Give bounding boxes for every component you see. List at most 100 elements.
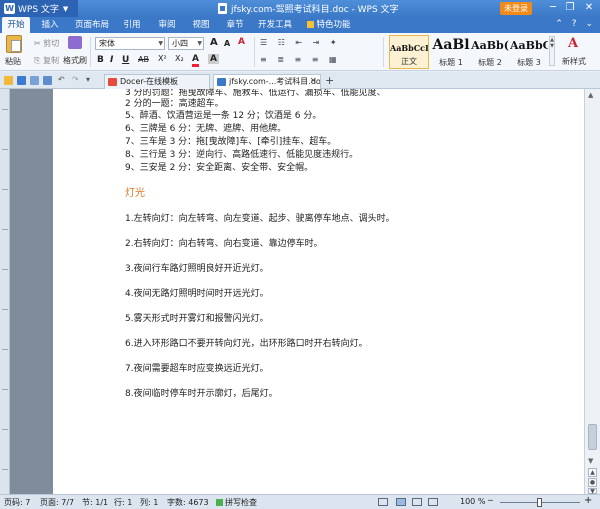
- scroll-down-icon[interactable]: ▼: [588, 457, 593, 465]
- format-painter-icon[interactable]: [68, 36, 82, 49]
- ruler-tick: [2, 109, 8, 110]
- browse-object-icon[interactable]: ●: [588, 478, 597, 487]
- status-section[interactable]: 节: 1/1: [82, 497, 108, 508]
- tab-section[interactable]: 章节: [222, 17, 248, 33]
- status-bar: 页码: 7 页面: 7/7 节: 1/1 行: 1 列: 1 字数: 4673 …: [0, 494, 600, 509]
- status-pages[interactable]: 页面: 7/7: [40, 497, 74, 508]
- format-painter-button[interactable]: 格式刷: [63, 55, 87, 66]
- tab-insert[interactable]: 插入: [38, 17, 62, 33]
- zoom-slider-thumb[interactable]: [537, 498, 542, 507]
- paste-button[interactable]: 粘贴: [5, 56, 21, 67]
- wps-logo-icon: W: [4, 3, 15, 14]
- style-heading-1[interactable]: AaBl 标题 1: [432, 35, 470, 69]
- zoom-level[interactable]: 100 %: [460, 497, 485, 506]
- doc-line: 8、三行是 3 分：逆向行、高路低速行、低能见度违规行。: [125, 150, 359, 160]
- tab-references[interactable]: 引用: [120, 17, 144, 33]
- undo-icon[interactable]: ↶: [58, 75, 65, 84]
- print-preview-icon[interactable]: [30, 76, 39, 85]
- tab-view[interactable]: 视图: [188, 17, 214, 33]
- ruler-tick: [2, 269, 8, 270]
- outline-view-icon[interactable]: [412, 498, 422, 506]
- copy-button[interactable]: ⎘ 复制: [34, 55, 59, 66]
- help-icons[interactable]: ⌃ ? ⌄: [555, 19, 596, 29]
- status-column[interactable]: 列: 1: [140, 497, 158, 508]
- char-shading-button[interactable]: A: [208, 54, 219, 64]
- status-word-count[interactable]: 字数: 4673: [167, 497, 209, 508]
- spell-check-button[interactable]: 拼写检查: [216, 497, 257, 508]
- list-item: 3.夜间行车路灯照明良好开近光灯。: [125, 264, 269, 274]
- new-style-button[interactable]: 新样式: [562, 56, 586, 67]
- font-name-select[interactable]: 宋体 ▼: [95, 37, 165, 50]
- tab-features[interactable]: 特色功能: [305, 17, 353, 33]
- previous-page-icon[interactable]: ▲: [588, 468, 597, 477]
- cut-label: 剪切: [43, 39, 60, 48]
- new-style-icon[interactable]: A: [568, 36, 578, 51]
- docer-tab-icon: [108, 78, 117, 86]
- doc-line: 6、三牌是 6 分：无牌、遮牌、用他牌。: [125, 124, 287, 134]
- style-normal[interactable]: AaBbCcDd 正文: [389, 35, 429, 69]
- minimize-button[interactable]: ─: [546, 0, 560, 17]
- zoom-in-button[interactable]: +: [584, 495, 592, 506]
- more-commands-icon[interactable]: ▾: [86, 75, 90, 84]
- chevron-down-icon: ▼: [62, 4, 69, 13]
- font-grow-button[interactable]: A: [210, 37, 218, 48]
- close-tab-icon[interactable]: ×: [309, 75, 317, 88]
- reading-view-icon[interactable]: [378, 498, 388, 506]
- scroll-up-icon[interactable]: ▲: [588, 91, 593, 99]
- vertical-scrollbar[interactable]: ▲ ▼ ▲ ● ▼: [584, 89, 600, 495]
- strikethrough-button[interactable]: AB: [138, 55, 149, 64]
- font-shrink-button[interactable]: A: [224, 39, 230, 48]
- new-tab-button[interactable]: +: [325, 74, 334, 87]
- subscript-button[interactable]: X₂: [175, 54, 184, 63]
- style-heading-3[interactable]: AaBbC 标题 3: [510, 35, 548, 69]
- window-title: jfsky.com-驾照考试科目.doc - WPS 文字: [218, 2, 399, 15]
- cut-button[interactable]: ✂ 剪切: [34, 38, 59, 49]
- document-icon: [218, 3, 227, 14]
- tab-page-layout[interactable]: 页面布局: [72, 17, 112, 33]
- divider: [383, 37, 384, 67]
- doc-tab-current[interactable]: jfsky.com-...考试科目.doc ×: [213, 74, 321, 89]
- styles-scroll-buttons[interactable]: ▲ ▼: [549, 36, 555, 66]
- style-heading-2[interactable]: AaBb( 标题 2: [471, 35, 509, 69]
- font-size-value: 小四: [172, 39, 188, 48]
- ruler-tick: [2, 429, 8, 430]
- chevron-down-icon: ▼: [197, 40, 202, 47]
- paragraph-list-buttons[interactable]: ☰ ☷ ⇤ ⇥ ✦: [260, 38, 341, 47]
- scrollbar-thumb[interactable]: [588, 424, 597, 450]
- clear-format-button[interactable]: A: [238, 37, 245, 47]
- font-color-button[interactable]: A: [192, 54, 199, 67]
- web-view-icon[interactable]: [428, 498, 438, 506]
- superscript-button[interactable]: X²: [158, 54, 167, 63]
- document-page[interactable]: 3 分的罚题：拖曳故障车、施救车、低运行、漏损车、低能见度、 2 分的一题：高速…: [53, 89, 584, 494]
- font-size-select[interactable]: 小四 ▼: [168, 37, 204, 50]
- doc-tab-docer[interactable]: Docer-在线模板: [104, 74, 210, 89]
- document-workspace[interactable]: 3 分的罚题：拖曳故障车、施救车、低运行、漏损车、低能见度、 2 分的一题：高速…: [0, 89, 584, 494]
- tab-developer[interactable]: 开发工具: [256, 17, 294, 33]
- print-icon[interactable]: [43, 76, 52, 85]
- page-view-icon[interactable]: [396, 498, 406, 506]
- vertical-ruler[interactable]: [0, 89, 10, 494]
- open-file-icon[interactable]: [4, 76, 13, 85]
- tab-review[interactable]: 审阅: [154, 17, 180, 33]
- status-page[interactable]: 页码: 7: [4, 497, 30, 508]
- close-button[interactable]: ✕: [582, 0, 596, 17]
- window-title-text: jfsky.com-驾照考试科目.doc - WPS 文字: [231, 5, 399, 15]
- paragraph-align-buttons[interactable]: ≡ ≣ ≡ ≡ ▦: [260, 55, 341, 64]
- underline-button[interactable]: U: [122, 55, 129, 65]
- login-button[interactable]: 未登录: [500, 2, 532, 15]
- redo-icon[interactable]: ↷: [72, 75, 79, 84]
- doc-line: 7、三车是 3 分：拖[曳故障]车、[牵引]挂车、超车。: [125, 137, 337, 147]
- status-row[interactable]: 行: 1: [114, 497, 132, 508]
- restore-button[interactable]: ❐: [563, 0, 577, 17]
- style-heading-2-preview: AaBb(: [471, 39, 509, 52]
- bold-button[interactable]: B: [97, 55, 104, 65]
- list-item: 2.右转向灯：向右转弯、向右变道、靠边停车时。: [125, 239, 323, 249]
- paste-icon[interactable]: [6, 35, 22, 53]
- style-heading-3-label: 标题 3: [517, 58, 541, 67]
- tab-home[interactable]: 开始: [2, 17, 30, 33]
- zoom-out-button[interactable]: ─: [488, 496, 493, 505]
- save-icon[interactable]: [17, 76, 26, 85]
- italic-button[interactable]: I: [110, 55, 113, 65]
- style-heading-1-preview: AaBl: [432, 37, 470, 53]
- app-menu-button[interactable]: W WPS 文字 ▼: [0, 0, 78, 17]
